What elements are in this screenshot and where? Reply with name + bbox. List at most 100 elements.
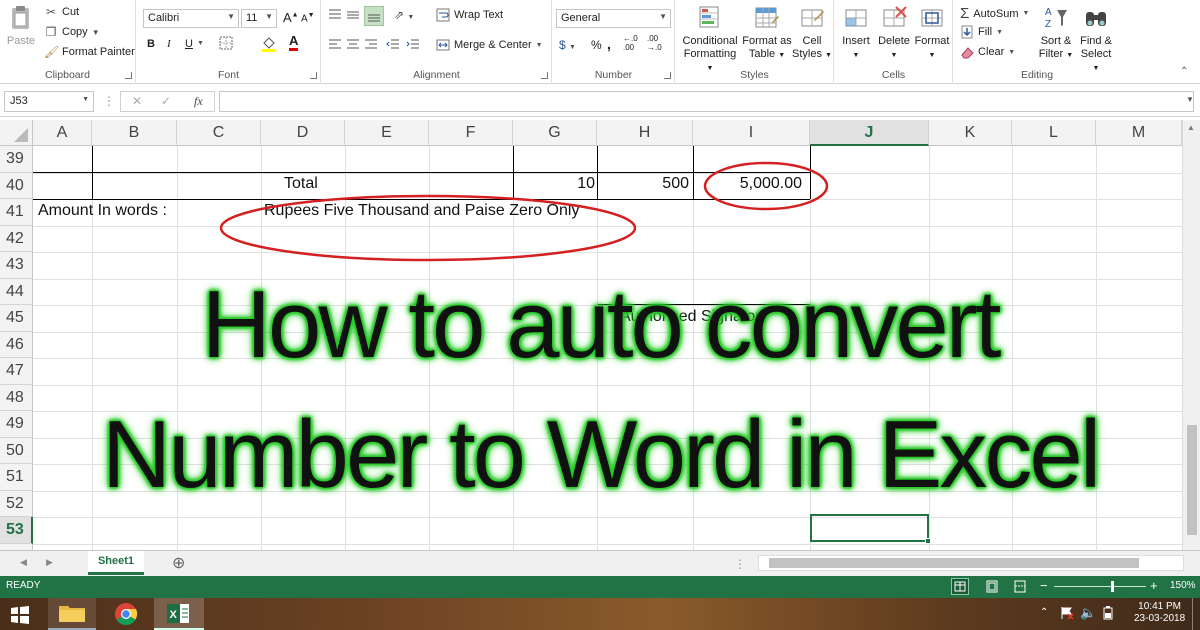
currency-button[interactable]: $ ▼ (559, 38, 576, 52)
horizontal-scrollbar[interactable] (758, 555, 1184, 571)
vertical-scroll-thumb[interactable] (1187, 425, 1197, 535)
zoom-in-icon[interactable]: + (1150, 578, 1158, 593)
format-button[interactable]: Format ▼ (913, 4, 951, 62)
bold-button[interactable]: B (147, 38, 155, 50)
find-select-button[interactable]: Find & Select ▼ (1076, 4, 1116, 75)
clear-button[interactable]: Clear ▼ (960, 45, 1015, 59)
active-cell-j53[interactable] (810, 514, 931, 544)
chevron-down-icon: ▼ (407, 14, 415, 21)
show-hidden-icons[interactable]: ⌃ (1040, 607, 1048, 618)
formula-input[interactable] (219, 91, 1194, 112)
svg-text:A: A (1045, 7, 1052, 18)
page-layout-view-button[interactable] (984, 579, 1000, 597)
align-middle-icon (347, 11, 359, 19)
decrease-indent-button[interactable] (386, 38, 400, 53)
paste-label: Paste (6, 35, 36, 47)
fill-button[interactable]: Fill ▼ (960, 25, 1003, 39)
comma-button[interactable]: , (607, 36, 611, 52)
autosum-button[interactable]: Σ AutoSum ▼ (960, 5, 1029, 22)
format-as-table-button[interactable]: Format as Table ▼ (742, 4, 792, 62)
action-center-flag-icon[interactable] (1060, 606, 1074, 623)
chevron-down-icon[interactable]: ▼ (82, 96, 89, 103)
page-break-view-button[interactable] (1012, 579, 1028, 597)
battery-icon[interactable] (1101, 606, 1115, 623)
copy-button[interactable]: ❐ Copy ▼ (44, 25, 100, 39)
decrease-decimal-button[interactable]: .00 →.0 (647, 34, 669, 52)
conditional-formatting-button[interactable]: Conditional Formatting ▼ (680, 4, 740, 75)
cancel-icon[interactable]: ✕ (132, 94, 142, 108)
normal-view-button[interactable] (951, 578, 969, 595)
show-desktop-button[interactable] (1192, 598, 1200, 630)
italic-button[interactable]: I (167, 38, 171, 50)
taskbar-chrome[interactable] (104, 598, 148, 630)
underline-button[interactable]: U (185, 38, 193, 50)
format-painter-button[interactable]: 🖌 Format Painter (44, 45, 135, 59)
insert-label: Insert (842, 35, 870, 47)
increase-indent-button[interactable] (406, 38, 420, 53)
paste-button[interactable]: Paste (4, 4, 38, 48)
delete-button[interactable]: Delete ▼ (875, 4, 913, 62)
worksheet-grid[interactable]: ABCDEFGHIJKLM 39 40 41 42 43 44 45 46 47 48 49 50 51… (0, 120, 1200, 550)
next-sheet-icon[interactable]: ▶ (46, 557, 53, 568)
zoom-level[interactable]: 150% (1170, 580, 1196, 591)
horizontal-scroll-thumb[interactable] (769, 558, 1139, 568)
sort-filter-button[interactable]: AZ Sort & Filter ▼ (1036, 4, 1076, 62)
insert-button[interactable]: Insert ▼ (839, 4, 873, 62)
autosum-label: AutoSum (973, 7, 1019, 20)
grow-font-button[interactable]: A▲ (283, 10, 299, 25)
orientation-button[interactable]: ⇗ ▼ (394, 8, 414, 22)
insert-function-icon[interactable]: fx (194, 94, 203, 109)
fill-color-button[interactable] (261, 36, 277, 55)
scroll-up-icon[interactable]: ▲ (1187, 123, 1195, 132)
align-middle-button[interactable] (346, 8, 360, 25)
zoom-slider-thumb[interactable] (1111, 581, 1114, 592)
align-center-button[interactable] (346, 38, 360, 53)
number-launcher-icon[interactable] (664, 72, 671, 79)
clipboard-launcher-icon[interactable] (125, 72, 132, 79)
font-size-select[interactable]: 11 ▼ (241, 9, 277, 28)
sort-filter-label-2: Filter (1038, 48, 1064, 60)
increase-decimal-button[interactable]: ←.0 .00 (623, 34, 645, 52)
format-label: Format (914, 35, 950, 47)
add-sheet-icon[interactable]: ⊕ (172, 553, 185, 573)
align-right-button[interactable] (364, 38, 378, 53)
chevron-down-icon[interactable]: ▼ (197, 40, 204, 47)
zoom-out-icon[interactable]: − (1040, 578, 1048, 593)
collapse-ribbon-icon[interactable]: ⌃ (1180, 66, 1188, 77)
cut-button[interactable]: ✂ Cut (44, 5, 79, 19)
enter-icon[interactable]: ✓ (161, 94, 171, 108)
font-name-select[interactable]: Calibri ▼ (143, 9, 239, 28)
font-launcher-icon[interactable] (310, 72, 317, 79)
cells-group-label: Cells (881, 69, 906, 81)
highlight-ellipse-words (219, 194, 637, 262)
sheet-tab-sheet1[interactable]: Sheet1 (88, 551, 144, 575)
taskbar-file-explorer[interactable] (48, 598, 96, 630)
tab-split-icon[interactable]: ⋮ (734, 557, 746, 571)
wrap-text-button[interactable]: Wrap Text (436, 8, 503, 22)
fill-handle[interactable] (925, 538, 931, 544)
shrink-font-button[interactable]: A▼ (301, 12, 315, 24)
clock-time: 10:41 PM (1138, 601, 1181, 612)
merge-center-button[interactable]: Merge & Center ▼ (436, 38, 543, 52)
zoom-slider[interactable] (1054, 581, 1146, 592)
expand-formula-bar-icon[interactable]: ▼ (1186, 95, 1194, 104)
decrease-indent-icon (386, 39, 399, 49)
prev-sheet-icon[interactable]: ◀ (20, 557, 27, 568)
taskbar-excel[interactable]: X (154, 598, 204, 630)
alignment-launcher-icon[interactable] (541, 72, 548, 79)
borders-button[interactable] (219, 36, 233, 53)
name-box[interactable]: J53 ▼ (4, 91, 94, 112)
cell-styles-button[interactable]: Cell Styles ▼ (792, 4, 832, 62)
clear-label: Clear (978, 46, 1005, 58)
number-format-select[interactable]: General ▼ (556, 9, 671, 28)
volume-icon[interactable]: 🔈 (1080, 605, 1096, 621)
percent-button[interactable]: % (591, 38, 602, 52)
align-bottom-button[interactable] (364, 6, 384, 26)
start-button[interactable] (10, 605, 30, 628)
font-color-button[interactable]: A (289, 34, 299, 51)
number-group-label: Number (594, 69, 633, 81)
align-left-button[interactable] (328, 38, 342, 53)
align-top-button[interactable] (328, 8, 342, 25)
vertical-scrollbar[interactable]: ▲ (1182, 120, 1200, 550)
taskbar-clock[interactable]: 10:41 PM 23-03-2018 (1134, 601, 1185, 625)
